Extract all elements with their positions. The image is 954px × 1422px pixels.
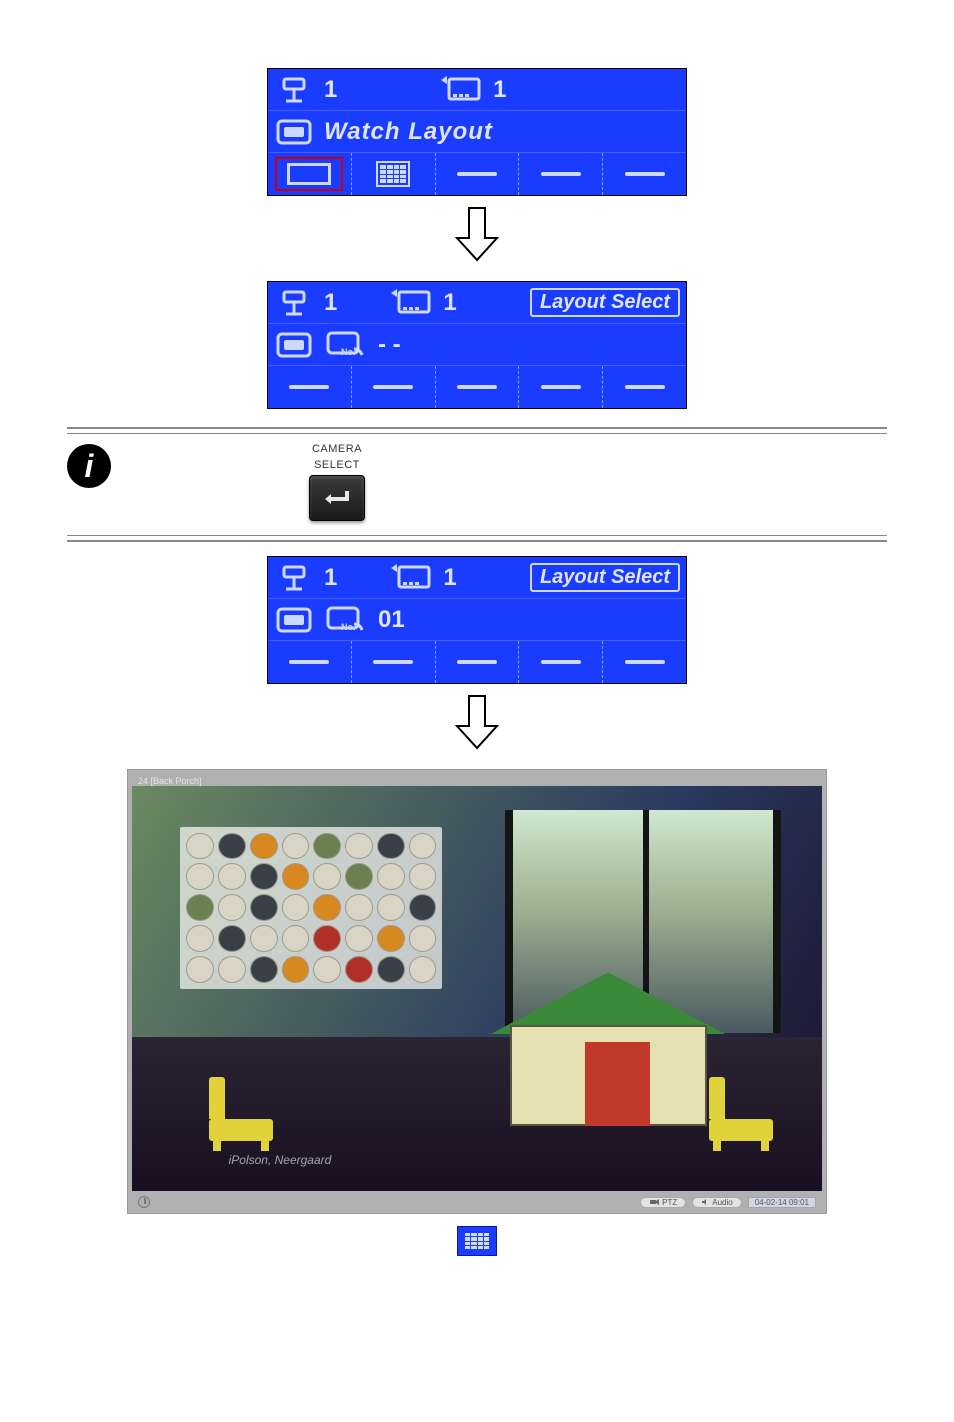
monitor-icon	[439, 76, 483, 104]
camera-select-button[interactable]	[309, 475, 365, 521]
ptz-button[interactable]: PTZ	[640, 1197, 686, 1208]
layout-no-icon: No.	[324, 604, 368, 636]
camera-number: 1	[324, 289, 337, 317]
power-icon[interactable]	[138, 1196, 150, 1208]
camera-select-label-1: CAMERA	[309, 444, 365, 456]
layout-single-selected	[275, 157, 343, 191]
datetime-readout: 04-02-14 09:01	[748, 1197, 816, 1208]
svg-text:No.: No.	[341, 622, 356, 632]
grid-icon-footer	[457, 1226, 497, 1256]
monitor-number: 1	[443, 289, 456, 317]
layout-option-empty-1[interactable]	[436, 153, 520, 195]
layout-select-indicator: Layout Select	[530, 288, 680, 317]
ptz-icon	[649, 1198, 659, 1206]
audio-button[interactable]: Audio	[692, 1197, 741, 1208]
audio-icon	[701, 1198, 709, 1206]
camera-title: 24 [Back Porch]	[138, 776, 202, 786]
grid-icon	[376, 161, 410, 187]
layout-no-icon: No.	[324, 329, 368, 361]
camera-watermark: iPolson, Neergaard	[229, 1153, 332, 1167]
layout-option-empty-2[interactable]	[519, 153, 603, 195]
camera-select-label-2: SELECT	[309, 460, 365, 472]
screen-icon	[274, 605, 314, 635]
layout-option-grid[interactable]	[352, 153, 436, 195]
down-arrow-2	[447, 684, 507, 769]
camera-number: 1	[324, 76, 337, 104]
layout-select-indicator: Layout Select	[530, 563, 680, 592]
info-icon: i	[67, 444, 111, 488]
monitor-icon	[389, 564, 433, 592]
layout-number: - -	[378, 331, 401, 359]
panel-layout-select-01: 1 1 Layout Select No. 01	[267, 556, 687, 684]
down-arrow-1	[447, 196, 507, 281]
camera-number: 1	[324, 564, 337, 592]
monitor-number: 1	[493, 76, 506, 104]
camera-icon	[274, 563, 314, 593]
camera-view-screenshot: 24 [Back Porch] iPolson, Neergaard	[127, 769, 827, 1214]
blank-strip	[268, 366, 686, 408]
panel-layout-select-blank: 1 1 Layout Select No. - -	[267, 281, 687, 409]
monitor-icon	[389, 289, 433, 317]
camera-icon	[274, 75, 314, 105]
panel-title: Watch Layout	[324, 118, 493, 146]
layout-option-empty-3[interactable]	[603, 153, 686, 195]
camera-enter-icon	[321, 487, 353, 509]
camera-icon	[274, 288, 314, 318]
svg-text:No.: No.	[341, 347, 356, 357]
panel-watch-layout: 1 1 Watch Layout	[267, 68, 687, 196]
layout-option-single[interactable]	[268, 153, 352, 195]
layout-number: 01	[378, 606, 405, 634]
audio-label: Audio	[712, 1198, 732, 1207]
monitor-number: 1	[443, 564, 456, 592]
camera-image: iPolson, Neergaard	[132, 786, 822, 1191]
blank-strip	[268, 641, 686, 683]
screen-icon	[274, 330, 314, 360]
ptz-label: PTZ	[662, 1198, 677, 1207]
screen-icon	[274, 117, 314, 147]
layout-options-strip	[268, 153, 686, 195]
